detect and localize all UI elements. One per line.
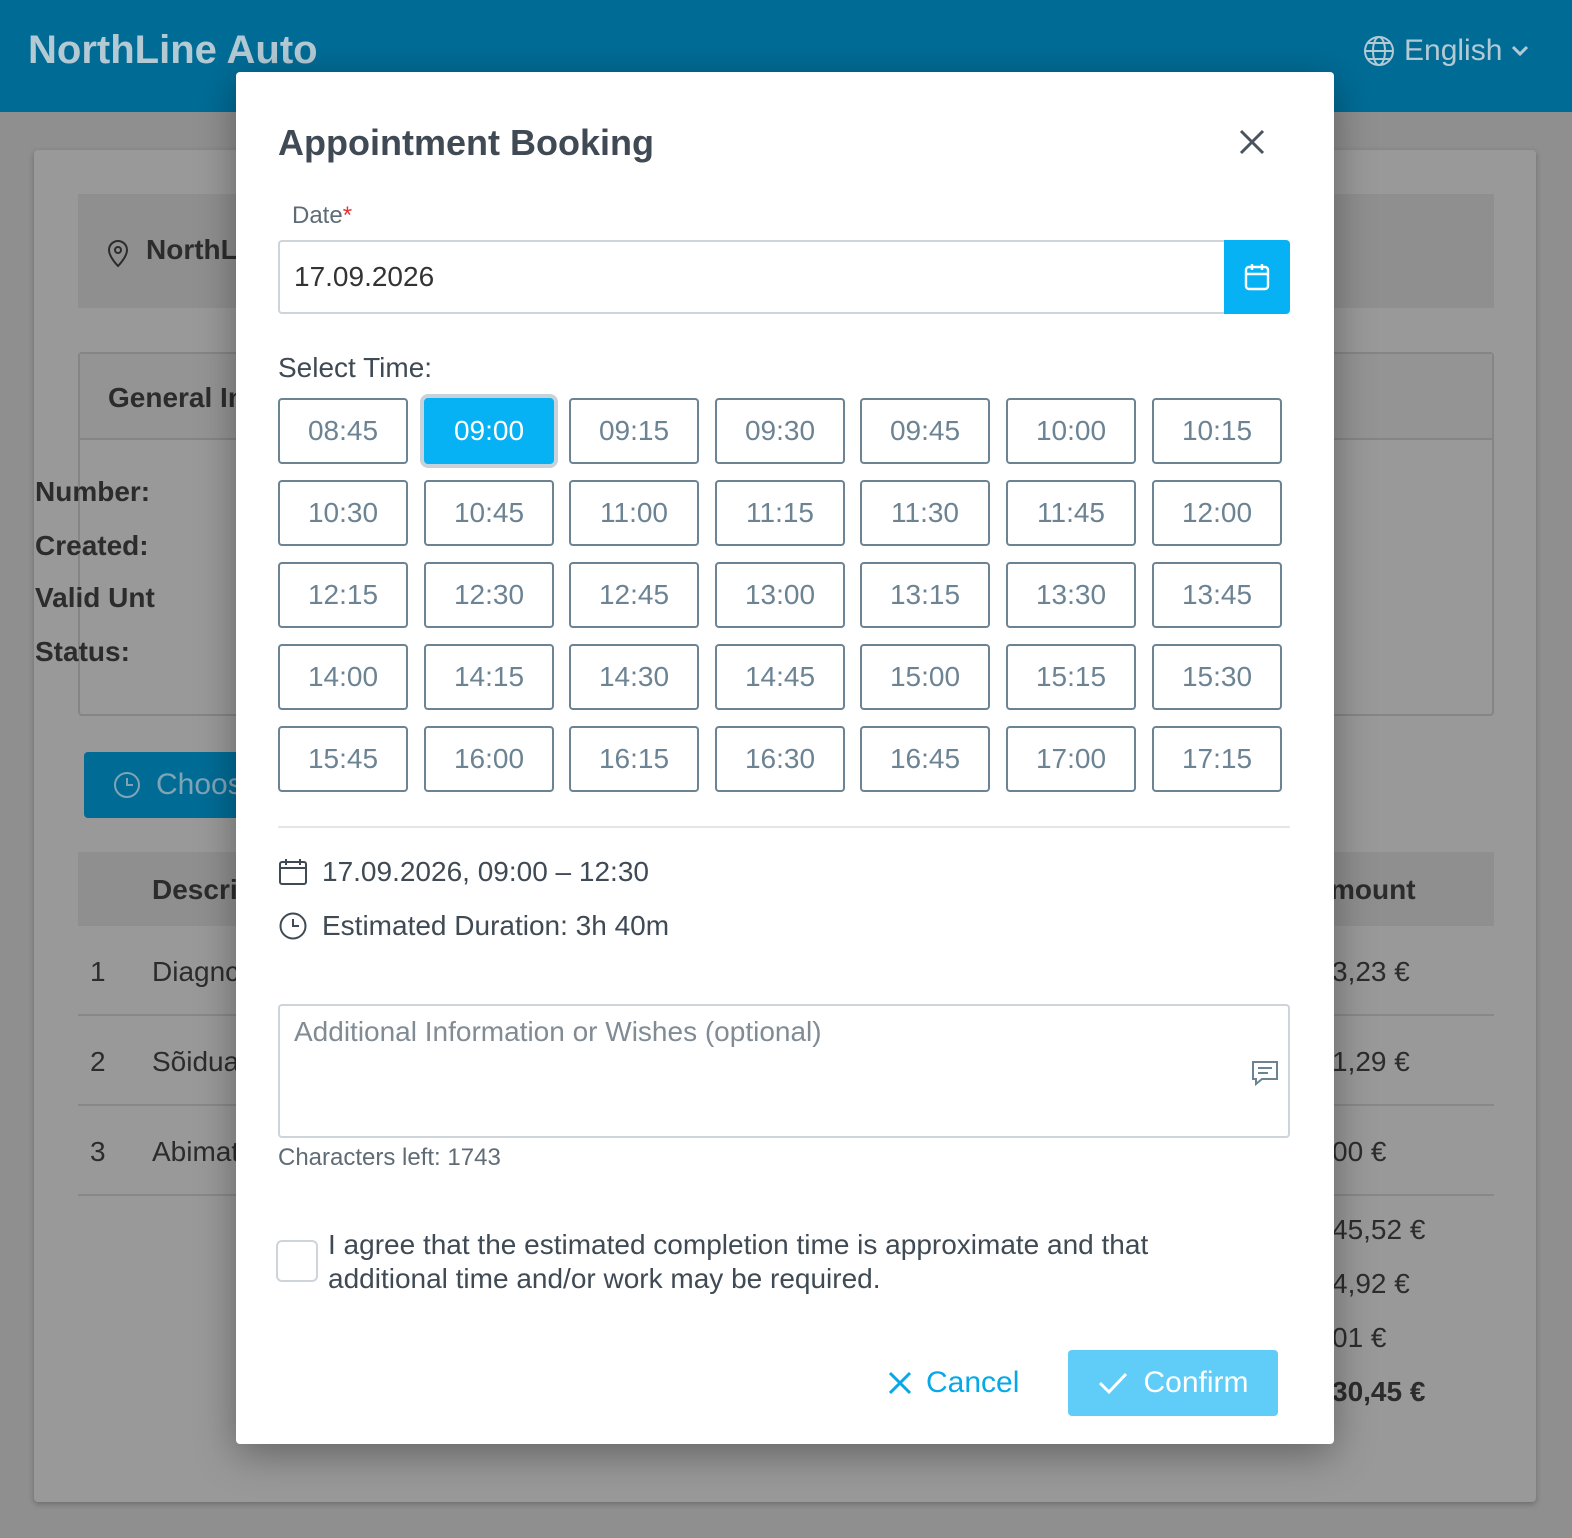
row-number: 3 bbox=[90, 1136, 106, 1167]
time-slot[interactable]: 08:45 bbox=[278, 398, 408, 464]
time-slot[interactable]: 16:15 bbox=[569, 726, 699, 792]
time-slot[interactable]: 11:00 bbox=[569, 480, 699, 546]
language-selector[interactable]: English bbox=[1362, 34, 1530, 68]
estimated-duration: Estimated Duration: 3h 40m bbox=[322, 910, 670, 941]
time-slot[interactable]: 15:15 bbox=[1006, 644, 1136, 710]
rounding-value: 01 € bbox=[1332, 1322, 1387, 1353]
row-description: Abimat bbox=[152, 1136, 240, 1167]
chevron-down-icon bbox=[1512, 45, 1529, 57]
row-number: 2 bbox=[90, 1046, 106, 1077]
time-slot-grid: 08:45 09:00 09:15 09:30 09:45 10:00 10:15 10:30… bbox=[278, 398, 1282, 792]
time-slot[interactable]: 11:45 bbox=[1006, 480, 1136, 546]
time-slot[interactable]: 10:45 bbox=[424, 480, 554, 546]
date-input[interactable]: 17.09.2026 bbox=[278, 240, 1226, 314]
summary-datetime: 17.09.2026, 09:00 – 12:30 bbox=[322, 856, 649, 887]
time-slot[interactable]: 13:45 bbox=[1152, 562, 1282, 628]
cancel-label: Cancel bbox=[926, 1366, 1020, 1399]
row-amount: 3,23 € bbox=[1332, 956, 1410, 987]
time-slot[interactable]: 12:00 bbox=[1152, 480, 1282, 546]
time-slot[interactable]: 09:30 bbox=[715, 398, 845, 464]
time-slot[interactable]: 14:45 bbox=[715, 644, 845, 710]
time-slot[interactable]: 14:00 bbox=[278, 644, 408, 710]
agree-text: I agree that the estimated completion ti… bbox=[328, 1229, 1149, 1294]
row-amount: 1,29 € bbox=[1332, 1046, 1410, 1077]
time-slot[interactable]: 14:15 bbox=[424, 644, 554, 710]
required-marker: * bbox=[342, 202, 353, 229]
dialog-title: Appointment Booking bbox=[278, 122, 654, 163]
time-slot[interactable]: 17:00 bbox=[1006, 726, 1136, 792]
row-number: 1 bbox=[90, 956, 106, 987]
general-info-title: General In bbox=[108, 382, 245, 413]
time-slot[interactable]: 11:30 bbox=[860, 480, 990, 546]
time-slot[interactable]: 10:15 bbox=[1152, 398, 1282, 464]
check-icon bbox=[1099, 1372, 1128, 1395]
row-amount: 00 € bbox=[1332, 1136, 1387, 1167]
time-slot[interactable]: 16:00 bbox=[424, 726, 554, 792]
total-value: 30,45 € bbox=[1332, 1376, 1426, 1407]
date-label-text: Date bbox=[292, 202, 343, 229]
field-valid-until-label: Valid Unt bbox=[35, 582, 155, 613]
tax-value: 4,92 € bbox=[1332, 1268, 1410, 1299]
notes-textarea[interactable]: Additional Information or Wishes (option… bbox=[278, 1004, 1290, 1138]
time-slot[interactable]: 12:15 bbox=[278, 562, 408, 628]
time-slot[interactable]: 15:00 bbox=[860, 644, 990, 710]
subtotal-value: 45,52 € bbox=[1332, 1214, 1426, 1245]
language-label: English bbox=[1404, 34, 1503, 67]
time-slot[interactable]: 13:15 bbox=[860, 562, 990, 628]
time-slot[interactable]: 15:30 bbox=[1152, 644, 1282, 710]
time-slot[interactable]: 10:00 bbox=[1006, 398, 1136, 464]
comment-icon bbox=[1252, 1061, 1278, 1087]
time-slot[interactable]: 13:30 bbox=[1006, 562, 1136, 628]
clock-icon bbox=[279, 912, 307, 940]
time-slot[interactable]: 09:45 bbox=[860, 398, 990, 464]
agree-checkbox[interactable] bbox=[276, 1240, 318, 1282]
cancel-button[interactable]: Cancel bbox=[886, 1350, 1019, 1416]
time-slot[interactable]: 10:30 bbox=[278, 480, 408, 546]
time-slot[interactable]: 16:30 bbox=[715, 726, 845, 792]
close-button[interactable] bbox=[1234, 124, 1270, 160]
appointment-booking-dialog: Appointment Booking Date* 17.09.2026 Sel… bbox=[236, 72, 1334, 1444]
close-icon bbox=[888, 1371, 912, 1395]
col-description: Descri bbox=[152, 874, 238, 905]
location-name: NorthL bbox=[146, 234, 238, 265]
calendar-button[interactable] bbox=[1224, 240, 1290, 314]
notes-placeholder: Additional Information or Wishes (option… bbox=[294, 1016, 822, 1047]
time-slot[interactable]: 17:15 bbox=[1152, 726, 1282, 792]
field-created-label: Created: bbox=[35, 530, 149, 561]
clock-icon bbox=[114, 772, 140, 798]
globe-icon bbox=[1364, 36, 1394, 66]
time-slot[interactable]: 11:15 bbox=[715, 480, 845, 546]
col-amount: mount bbox=[1330, 874, 1416, 905]
summary-datetime-row: 17.09.2026, 09:00 – 12:30 bbox=[278, 856, 649, 888]
time-slot[interactable]: 12:30 bbox=[424, 562, 554, 628]
close-icon bbox=[1239, 129, 1265, 155]
time-slot[interactable]: 16:45 bbox=[860, 726, 990, 792]
map-pin-icon bbox=[107, 240, 129, 268]
divider bbox=[278, 826, 1290, 828]
calendar-icon bbox=[1244, 264, 1270, 291]
confirm-button[interactable]: Confirm bbox=[1068, 1350, 1278, 1416]
time-slot[interactable]: 09:15 bbox=[569, 398, 699, 464]
calendar-icon bbox=[279, 859, 307, 885]
date-label: Date* bbox=[292, 202, 352, 230]
select-time-label: Select Time: bbox=[278, 352, 433, 383]
row-description: Sõidua bbox=[152, 1046, 240, 1077]
time-slot[interactable]: 13:00 bbox=[715, 562, 845, 628]
time-slot[interactable]: 15:45 bbox=[278, 726, 408, 792]
time-slot[interactable]: 14:30 bbox=[569, 644, 699, 710]
time-slot[interactable]: 09:00 bbox=[424, 398, 554, 464]
confirm-label: Confirm bbox=[1143, 1366, 1249, 1399]
row-description: Diagnc bbox=[152, 956, 240, 987]
field-number-label: Number: bbox=[35, 476, 151, 507]
choose-time-label: Choos bbox=[156, 768, 243, 801]
brand-logo[interactable]: NorthLine Auto bbox=[28, 28, 318, 73]
field-status-label: Status: bbox=[35, 636, 130, 667]
summary-duration-row: Estimated Duration: 3h 40m bbox=[278, 910, 669, 942]
characters-left: Characters left: 1743 bbox=[278, 1144, 501, 1171]
time-slot[interactable]: 12:45 bbox=[569, 562, 699, 628]
